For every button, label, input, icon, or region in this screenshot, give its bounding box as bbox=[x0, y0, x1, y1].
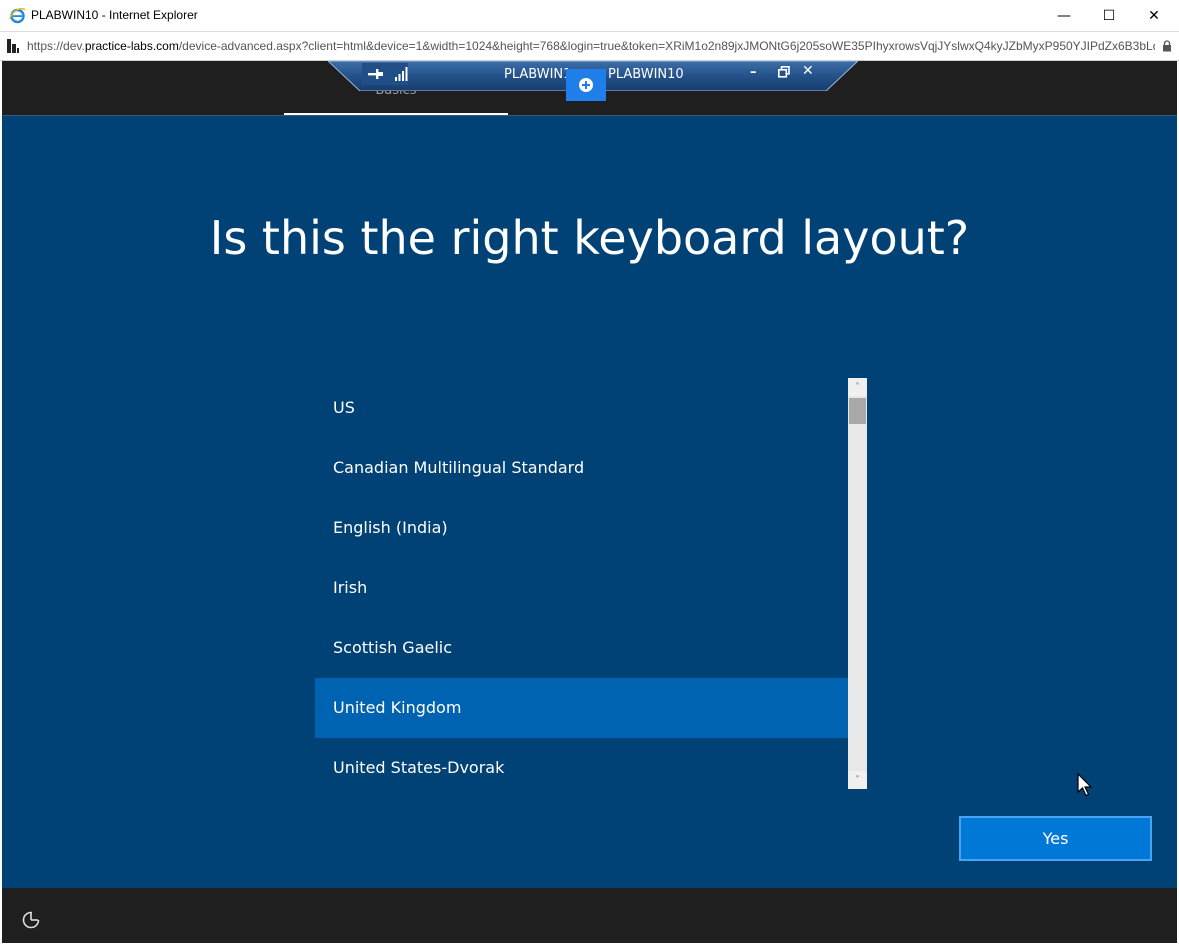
rdp-close-button[interactable]: ✕ bbox=[802, 63, 814, 79]
site-favicon-icon bbox=[7, 39, 19, 53]
rdp-minimize-button[interactable]: – bbox=[750, 65, 757, 80]
pin-icon[interactable] bbox=[368, 67, 384, 81]
scroll-up-button[interactable]: ˄ bbox=[848, 378, 867, 396]
url-host: practice-labs.com bbox=[84, 39, 179, 53]
chevron-down-icon: ˅ bbox=[855, 774, 860, 786]
scroll-down-button[interactable]: ˅ bbox=[848, 771, 867, 789]
lock-icon[interactable] bbox=[1162, 40, 1172, 52]
close-icon: ✕ bbox=[1148, 7, 1160, 24]
chevron-up-icon: ˄ bbox=[855, 381, 860, 393]
list-item[interactable]: United States-Dvorak bbox=[315, 738, 849, 798]
window-title-bar: PLABWIN10 - Internet Explorer — ☐ ✕ bbox=[0, 0, 1179, 32]
signal-strength-icon[interactable] bbox=[395, 67, 409, 81]
ease-of-access-icon[interactable] bbox=[20, 908, 42, 930]
oobe-content: Is this the right keyboard layout? US Ca… bbox=[2, 115, 1177, 889]
maximize-icon: ☐ bbox=[1102, 7, 1116, 24]
window-title: PLABWIN10 - Internet Explorer bbox=[31, 8, 198, 22]
list-item-selected[interactable]: United Kingdom bbox=[315, 678, 849, 738]
url-field[interactable]: https://dev.practice-labs.com/device-adv… bbox=[27, 39, 1155, 53]
list-item[interactable]: Scottish Gaelic bbox=[315, 618, 849, 678]
list-item[interactable]: Canadian Multilingual Standard bbox=[315, 438, 849, 498]
url-rest: /device-advanced.aspx?client=html&device… bbox=[178, 39, 1155, 53]
address-bar: https://dev.practice-labs.com/device-adv… bbox=[0, 31, 1179, 61]
rdp-title-left: PLABWIN1 bbox=[504, 67, 572, 82]
list-item[interactable]: US bbox=[315, 378, 849, 438]
page-title: Is this the right keyboard layout? bbox=[209, 211, 970, 265]
close-button[interactable]: ✕ bbox=[1131, 0, 1177, 31]
yes-button[interactable]: Yes bbox=[959, 816, 1152, 861]
minimize-button[interactable]: — bbox=[1041, 0, 1087, 31]
connect-plus-button[interactable] bbox=[566, 69, 606, 101]
maximize-button[interactable]: ☐ bbox=[1086, 0, 1132, 31]
restore-icon[interactable] bbox=[778, 66, 790, 78]
keyboard-layout-list[interactable]: US Canadian Multilingual Standard Englis… bbox=[315, 378, 849, 798]
remote-desktop-view: Basics Is this the right keyboard layout… bbox=[2, 61, 1177, 943]
plus-circle-icon bbox=[579, 78, 593, 92]
minimize-icon: — bbox=[1057, 7, 1071, 24]
internet-explorer-icon bbox=[9, 8, 26, 24]
oobe-footer bbox=[2, 888, 1177, 943]
list-item[interactable]: Irish bbox=[315, 558, 849, 618]
url-prefix: https://dev. bbox=[27, 39, 85, 53]
list-item[interactable]: English (India) bbox=[315, 498, 849, 558]
rdp-title: PLABWIN10 bbox=[608, 67, 684, 82]
scrollbar-thumb[interactable] bbox=[849, 398, 866, 424]
list-scrollbar[interactable]: ˄ ˅ bbox=[848, 378, 867, 789]
mouse-cursor-icon bbox=[1077, 773, 1093, 797]
